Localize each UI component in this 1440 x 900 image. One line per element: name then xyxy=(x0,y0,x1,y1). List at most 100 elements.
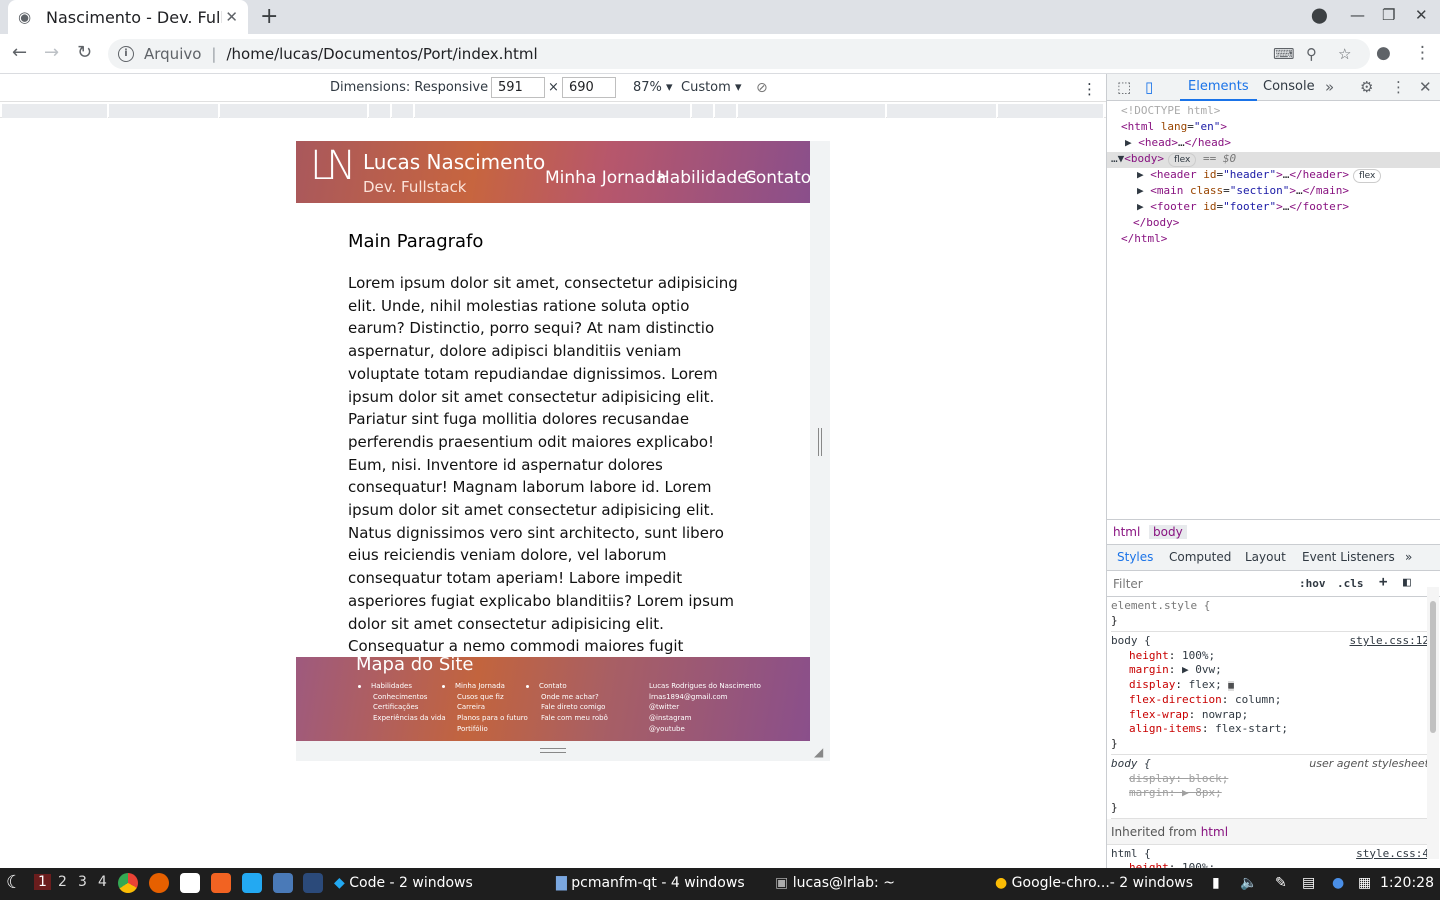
footer-link[interactable]: Carreira xyxy=(442,702,528,713)
browser-tab[interactable]: ◉ Nascimento - Dev. Fullstack ✕ xyxy=(8,0,248,34)
git-launcher-icon[interactable] xyxy=(211,873,231,893)
css-property[interactable]: margin: ▶ 0vw; xyxy=(1111,663,1429,678)
vscode-launcher-icon[interactable] xyxy=(242,873,262,893)
ruler-segment[interactable] xyxy=(2,104,108,118)
breadcrumb-html[interactable]: html xyxy=(1113,525,1140,539)
workspace-4[interactable]: 4 xyxy=(98,874,107,890)
tab-elements[interactable]: Elements xyxy=(1180,79,1257,101)
workspace-1[interactable]: 1 xyxy=(34,874,51,890)
translate-icon[interactable]: ⌨ xyxy=(1273,45,1295,63)
nav-link-contato[interactable]: Contato xyxy=(744,168,810,188)
dom-node-head[interactable]: ▶ <head>…</head> xyxy=(1125,135,1231,151)
footer-link[interactable]: Cusos que fiz xyxy=(442,692,528,703)
chrome-launcher-icon[interactable] xyxy=(118,873,138,893)
rule-source-link[interactable]: style.css:12 xyxy=(1350,634,1429,649)
css-property[interactable]: display: flex; ▦ xyxy=(1111,678,1429,694)
workspace-3[interactable]: 3 xyxy=(78,874,87,890)
ruler-segment[interactable] xyxy=(738,104,886,118)
styles-scrollbar[interactable] xyxy=(1427,587,1439,859)
css-property[interactable]: flex-wrap: nowrap; xyxy=(1111,708,1429,723)
site-logo[interactable]: LN xyxy=(310,143,356,189)
resize-grip-icon[interactable] xyxy=(818,428,822,456)
ruler-segment[interactable] xyxy=(392,104,414,118)
breadcrumb-body[interactable]: body xyxy=(1149,525,1187,539)
rotate-icon[interactable]: ⊘ xyxy=(756,80,768,96)
footer-contact[interactable]: @youtube xyxy=(649,724,761,735)
volume-icon[interactable]: 🔈 xyxy=(1240,875,1257,891)
tab-event-listeners[interactable]: Event Listeners xyxy=(1302,550,1395,564)
firefox-launcher-icon[interactable] xyxy=(149,873,169,893)
tab-layout[interactable]: Layout xyxy=(1245,550,1286,564)
footer-contact[interactable]: @instagram xyxy=(649,713,761,724)
clipboard-tray-icon[interactable]: ▤ xyxy=(1302,875,1315,891)
info-tray-icon[interactable]: ● xyxy=(1332,875,1344,891)
tab-search-icon[interactable]: ⬤ xyxy=(1311,6,1328,24)
tab-styles[interactable]: Styles xyxy=(1117,550,1153,564)
rule-source-link[interactable]: style.css:4 xyxy=(1356,847,1429,862)
footer-link[interactable]: Contato xyxy=(526,681,608,692)
dom-node-header[interactable]: ▶ <header id="header">…</header> flex xyxy=(1137,167,1382,183)
dom-node-html[interactable]: <html lang="en"> xyxy=(1121,119,1227,135)
pen-tray-icon[interactable]: ✎ xyxy=(1275,875,1287,891)
info-icon[interactable]: i xyxy=(118,46,134,62)
settings-gear-icon[interactable]: ⚙ xyxy=(1360,78,1373,96)
terminal-launcher-icon[interactable] xyxy=(303,873,323,893)
dom-node-body[interactable]: …▼<body> flex == $0 xyxy=(1111,151,1236,167)
footer-contact[interactable]: @twitter xyxy=(649,702,761,713)
styles-filter-input[interactable]: Filter xyxy=(1113,577,1143,591)
footer-link[interactable]: Certificações xyxy=(358,702,446,713)
more-style-tabs-icon[interactable]: » xyxy=(1405,550,1412,564)
footer-link[interactable]: Planos para o futuro xyxy=(442,713,528,724)
toggle-sidebar-icon[interactable]: ◧ xyxy=(1403,575,1411,590)
nav-link-habilidades[interactable]: Habilidades xyxy=(657,168,756,188)
close-tab-icon[interactable]: ✕ xyxy=(225,8,238,26)
device-toggle-icon[interactable]: ▯ xyxy=(1145,78,1153,96)
bookmark-star-icon[interactable]: ☆ xyxy=(1338,45,1351,63)
new-tab-button[interactable]: + xyxy=(260,4,278,29)
add-rule-icon[interactable]: + xyxy=(1379,574,1387,590)
start-menu-icon[interactable]: ☾ xyxy=(6,872,22,893)
task-terminal[interactable]: ▣ lucas@lrlab: ~ xyxy=(775,875,895,891)
rule-body-useragent[interactable]: body { user agent stylesheet display: bl… xyxy=(1111,755,1429,819)
back-icon[interactable]: ← xyxy=(12,42,27,63)
hov-toggle[interactable]: :hov xyxy=(1299,577,1326,590)
css-property-overridden[interactable]: margin: ▶ 8px; xyxy=(1111,786,1429,801)
footer-link[interactable]: Fale direto comigo xyxy=(526,702,608,713)
network-tray-icon[interactable]: ▦ xyxy=(1358,875,1371,891)
footer-contact[interactable]: lrnas1894@gmail.com xyxy=(649,692,761,703)
dom-body-close[interactable]: </body> xyxy=(1133,215,1179,231)
minimize-icon[interactable]: — xyxy=(1350,6,1365,24)
workspace-2[interactable]: 2 xyxy=(58,874,67,890)
maximize-icon[interactable]: ❐ xyxy=(1382,6,1395,24)
reload-icon[interactable]: ↻ xyxy=(77,42,92,63)
ruler-segment[interactable] xyxy=(220,104,368,118)
files-launcher-icon[interactable] xyxy=(273,873,293,893)
flex-badge[interactable]: flex xyxy=(1168,153,1197,167)
footer-link[interactable]: Habilidades xyxy=(358,681,446,692)
tab-console[interactable]: Console xyxy=(1263,79,1315,94)
css-property-overridden[interactable]: display: block; xyxy=(1111,772,1429,787)
zoom-icon[interactable]: ⚲ xyxy=(1306,45,1317,63)
task-chrome[interactable]: ● Google-chro...- 2 windows xyxy=(995,875,1193,891)
footer-link[interactable]: Conhecimentos xyxy=(358,692,446,703)
inspect-element-icon[interactable]: ⬚ xyxy=(1117,78,1131,96)
dom-node-main[interactable]: ▶ <main class="section">…</main> xyxy=(1137,183,1349,199)
rule-body-stylecss[interactable]: body { style.css:12 height: 100%; margin… xyxy=(1111,632,1429,755)
zoom-dropdown[interactable]: 87% ▾ xyxy=(633,80,673,95)
address-bar[interactable]: i Arquivo | /home/lucas/Documentos/Port/… xyxy=(108,39,1370,69)
rule-element-style[interactable]: element.style { } xyxy=(1111,597,1429,632)
taskbar-clock[interactable]: 1:20:28 xyxy=(1380,875,1434,891)
flex-editor-icon[interactable]: ▦ xyxy=(1228,680,1234,691)
ruler-segment[interactable] xyxy=(998,104,1104,118)
ruler-segment[interactable] xyxy=(887,104,997,118)
address-url[interactable]: /home/lucas/Documentos/Port/index.html xyxy=(226,45,537,63)
task-pcmanfm[interactable]: ▇ pcmanfm-qt - 4 windows xyxy=(556,875,745,891)
footer-link[interactable]: Minha Jornada xyxy=(442,681,528,692)
browser-menu-icon[interactable]: ⋮ xyxy=(1414,43,1431,63)
ruler-segment[interactable] xyxy=(109,104,219,118)
profile-avatar-icon[interactable]: ● xyxy=(1376,43,1391,63)
ruler-segment[interactable] xyxy=(415,104,691,118)
nav-link-jornada[interactable]: Minha Jornada xyxy=(545,168,666,188)
scrollbar-thumb[interactable] xyxy=(1430,601,1436,733)
notes-tray-icon[interactable]: ▮ xyxy=(1212,875,1220,891)
